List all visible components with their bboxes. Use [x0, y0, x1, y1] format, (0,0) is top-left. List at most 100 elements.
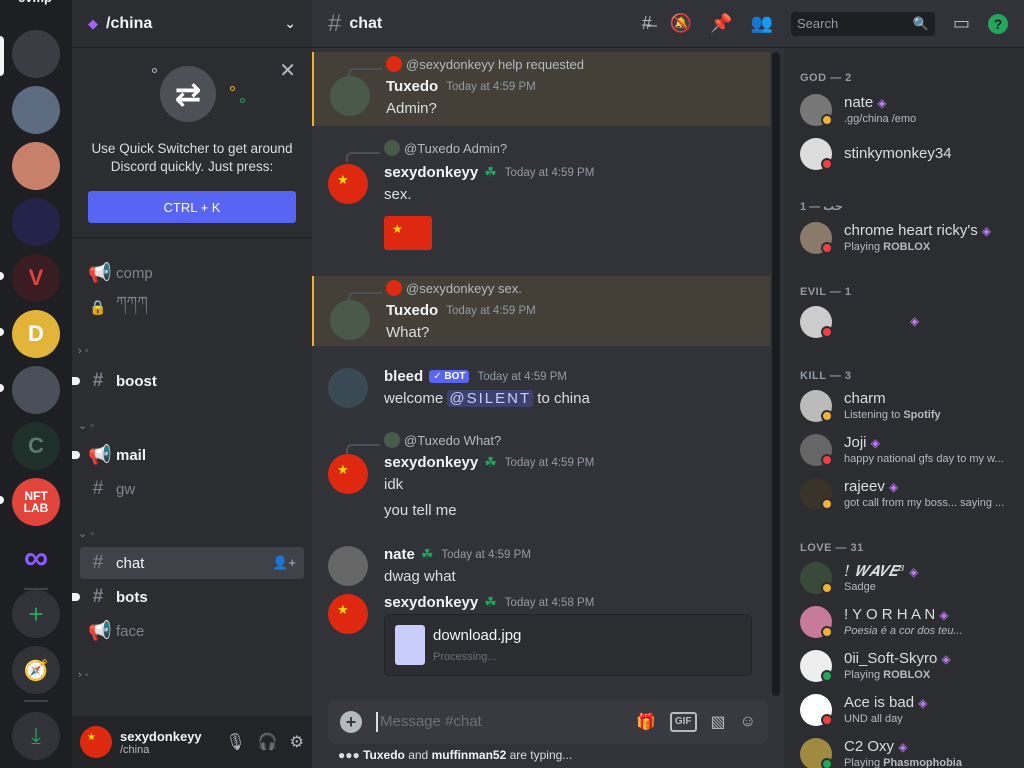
server-icon-6[interactable]: D	[12, 310, 60, 358]
message[interactable]: nate ☘ Today at 4:59 PM dwag what	[312, 538, 770, 588]
server-icon-8[interactable]: C	[12, 422, 60, 470]
member-item[interactable]: ! 𝑾𝑨𝑽𝑬⁸ ◈ Sadge	[792, 556, 1016, 600]
category-expanded[interactable]: ⌄ ◦	[78, 527, 94, 540]
close-icon[interactable]: ✕	[279, 58, 296, 83]
server-icon-9[interactable]: NFT LAB	[12, 478, 60, 526]
member-item[interactable]: Ace is bad ◈ UND all day	[792, 688, 1016, 732]
avatar[interactable]	[328, 546, 368, 586]
status-indicator	[821, 242, 833, 254]
message[interactable]: ★ sexydonkeyy ☘ Today at 4:58 PM downloa…	[312, 588, 770, 688]
category-expanded[interactable]: ⌄ ◦	[78, 419, 94, 432]
help-icon[interactable]: ?	[988, 13, 1008, 34]
threads-icon[interactable]: #̶	[642, 13, 652, 34]
category-collapsed[interactable]: › ◦	[78, 345, 89, 357]
channel-boost[interactable]: # boost	[72, 365, 304, 397]
server-icon-4[interactable]	[12, 198, 60, 246]
sticker-icon[interactable]: ▧	[711, 712, 726, 732]
status-indicator	[821, 670, 833, 682]
message[interactable]: @sexydonkeyy help requested Tuxedo Today…	[312, 52, 770, 126]
user-mention[interactable]: @SILENT	[447, 390, 534, 407]
nitro-icon: ◈	[941, 652, 951, 666]
upload-plus-button[interactable]: +	[340, 711, 362, 733]
reply-preview[interactable]: @Tuxedo What?	[384, 432, 501, 448]
search-input[interactable]: Search 🔍	[790, 11, 935, 36]
channel-face[interactable]: 📢 face	[80, 615, 304, 647]
avatar[interactable]	[330, 300, 370, 340]
message[interactable]: bleed ✓ BOT Today at 4:59 PM welcome @SI…	[312, 362, 770, 422]
settings-gear-icon[interactable]: ⚙	[290, 732, 304, 752]
channel-mail[interactable]: 📢 mail	[72, 439, 304, 471]
channel-gw[interactable]: # gw	[80, 473, 304, 505]
reply-preview[interactable]: @sexydonkeyy sex.	[386, 280, 522, 296]
server-icon-1[interactable]	[12, 30, 60, 78]
avatar[interactable]: ★	[328, 454, 368, 494]
server-icon-10[interactable]: ∞	[12, 534, 60, 582]
message-input[interactable]: Message #chat	[376, 712, 482, 732]
server-icon-5[interactable]: V	[12, 254, 60, 302]
message-author[interactable]: sexydonkeyy ☘ Today at 4:59 PM	[384, 454, 594, 471]
server-icon-7[interactable]	[12, 366, 60, 414]
user-avatar[interactable]: ★	[80, 726, 112, 758]
invite-icon[interactable]: 👤+	[272, 555, 296, 571]
channel-comp[interactable]: 📢 comp	[80, 257, 304, 289]
file-name[interactable]: download.jpg	[433, 627, 521, 644]
message-author[interactable]: sexydonkeyy ☘ Today at 4:59 PM	[384, 164, 594, 181]
member-item[interactable]: nate ◈ .gg/china /emo	[792, 88, 1016, 132]
category-collapsed[interactable]: › ◦	[78, 669, 89, 681]
scrollbar-thumb[interactable]	[772, 52, 780, 696]
server-header[interactable]: ◆ /china ⌄	[72, 0, 312, 48]
mute-bell-icon[interactable]: 🔕	[670, 13, 692, 34]
star-icon: ★	[337, 172, 349, 187]
member-item[interactable]: ◈	[792, 300, 1016, 344]
channel-locked[interactable]: 🔒 ཀཀཀ	[80, 291, 304, 323]
avatar[interactable]	[330, 76, 370, 116]
gif-button[interactable]: GIF	[669, 712, 697, 732]
server-icon-3[interactable]	[12, 142, 60, 190]
message-author[interactable]: Tuxedo Today at 4:59 PM	[386, 302, 536, 319]
member-list-icon[interactable]: 👥	[751, 13, 773, 34]
message[interactable]: @Tuxedo What? ★ sexydonkeyy ☘ Today at 4…	[312, 428, 770, 528]
microphone-icon[interactable]: 🎙	[225, 732, 245, 752]
avatar[interactable]: ★	[328, 594, 368, 634]
download-apps-button[interactable]: ⤓	[12, 712, 60, 760]
user-info[interactable]: sexydonkeyy /china	[120, 729, 202, 756]
member-item[interactable]: Joji ◈ happy national gfs day to my w...	[792, 428, 1016, 472]
channel-chat[interactable]: # chat 👤+	[80, 547, 304, 579]
gift-icon[interactable]: 🎁	[636, 712, 656, 732]
shortcut-button[interactable]: CTRL + K	[88, 191, 296, 223]
member-item[interactable]: ! Y O R H A N ◈ Poesia é a cor dos teu..…	[792, 600, 1016, 644]
avatar[interactable]	[328, 368, 368, 408]
swap-arrows-icon: ⇄	[160, 66, 216, 122]
reply-preview[interactable]: @sexydonkeyy help requested	[386, 56, 584, 72]
reply-preview[interactable]: @Tuxedo Admin?	[384, 140, 507, 156]
file-attachment[interactable]: download.jpg Processing...	[384, 614, 752, 676]
message-author[interactable]: sexydonkeyy ☘ Today at 4:58 PM	[384, 594, 594, 611]
message[interactable]: @Tuxedo Admin? ★ sexydonkeyy ☘ Today at …	[312, 136, 770, 280]
download-icon: ⤓	[31, 723, 41, 748]
emoji-icon[interactable]: ☺	[740, 713, 756, 731]
explore-servers-button[interactable]: 🧭	[12, 646, 60, 694]
message-author[interactable]: nate ☘ Today at 4:59 PM	[384, 546, 531, 563]
typing-user: muffinman52	[431, 748, 507, 762]
scrollbar[interactable]	[772, 52, 780, 696]
channel-label: bots	[116, 588, 148, 606]
message-author[interactable]: bleed ✓ BOT Today at 4:59 PM	[384, 368, 567, 385]
member-item[interactable]: C2 Oxy ◈ Playing Phasmophobia	[792, 732, 1016, 768]
reply-text: @sexydonkeyy help requested	[406, 56, 584, 72]
member-item[interactable]: rajeev ◈ got call from my boss... saying…	[792, 472, 1016, 516]
server-icon-2[interactable]	[12, 86, 60, 134]
channel-bots[interactable]: # bots	[72, 581, 304, 613]
inbox-icon[interactable]: ▭	[953, 13, 970, 34]
member-item[interactable]: 0ii_Soft-Skyro ◈ Playing ROBLOX	[792, 644, 1016, 688]
add-server-button[interactable]: +	[12, 590, 60, 638]
member-item[interactable]: charm Listening to Spotify	[792, 384, 1016, 428]
member-item[interactable]: stinkymonkey34	[792, 132, 1016, 176]
member-item[interactable]: chrome heart ricky's ◈ Playing ROBLOX	[792, 216, 1016, 260]
user-status: /china	[120, 743, 150, 756]
pin-icon[interactable]: 📌	[710, 13, 732, 34]
headphones-icon[interactable]: 🎧	[258, 732, 278, 752]
message-author[interactable]: Tuxedo Today at 4:59 PM	[386, 78, 536, 95]
avatar[interactable]: ★	[328, 164, 368, 204]
flag-emoji-image[interactable]: ★	[384, 216, 432, 250]
message[interactable]: @sexydonkeyy sex. Tuxedo Today at 4:59 P…	[312, 276, 770, 346]
